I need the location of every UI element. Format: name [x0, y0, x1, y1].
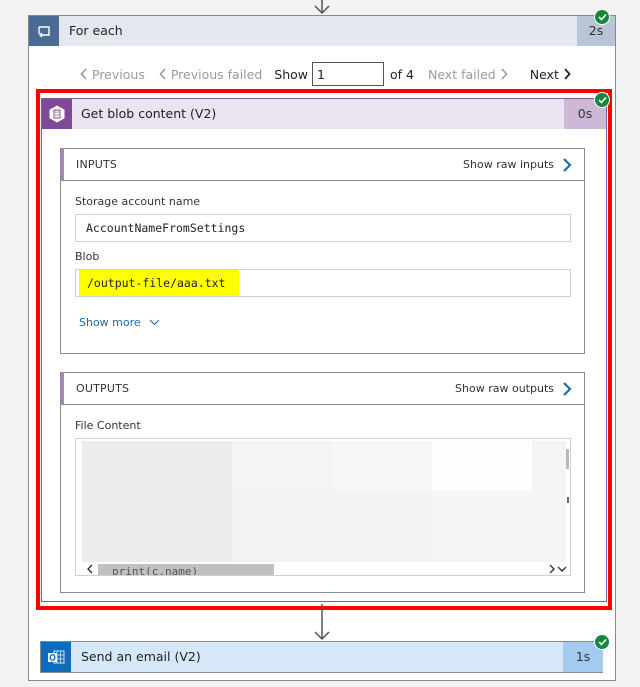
- next-failed-button[interactable]: Next failed: [428, 67, 508, 82]
- chevron-right-icon: [563, 157, 572, 172]
- storage-account-value: AccountNameFromSettings: [75, 214, 571, 242]
- scroll-left-icon[interactable]: [86, 564, 94, 574]
- azure-blob-storage-icon: [49, 105, 65, 123]
- next-failed-label: Next failed: [427, 66, 496, 82]
- redacted-content: [232, 491, 432, 562]
- scroll-right-icon[interactable]: [548, 564, 556, 574]
- inputs-title: INPUTS: [76, 158, 118, 171]
- connector-arrow-icon: [314, 604, 330, 641]
- show-raw-inputs-link[interactable]: Show raw inputs: [463, 157, 572, 173]
- storage-account-label: Storage account name: [75, 195, 201, 208]
- storage-account-text: AccountNameFromSettings: [86, 221, 246, 235]
- previous-failed-label: Previous failed: [170, 66, 263, 82]
- show-more-label: Show more: [79, 316, 141, 329]
- blob-label: Blob: [75, 250, 100, 263]
- action-icon-box: [42, 99, 72, 129]
- email-icon-box: [41, 642, 71, 672]
- outputs-section: OUTPUTS Show raw outputs File Content pr…: [60, 372, 585, 593]
- outputs-header: OUTPUTS Show raw outputs: [61, 373, 584, 405]
- file-content-label: File Content: [75, 419, 141, 432]
- iteration-number-input[interactable]: [312, 62, 384, 86]
- connector-arrow-icon: [314, 0, 330, 15]
- foreach-title: For each: [69, 23, 123, 38]
- scrollbar-marker: [567, 497, 569, 503]
- iteration-pager: Previous Previous failed Show of 4 Next …: [80, 62, 571, 86]
- scroll-down-icon[interactable]: [557, 566, 567, 573]
- previous-button[interactable]: Previous: [80, 67, 145, 82]
- redacted-content: [82, 441, 232, 562]
- chevron-down-icon: [149, 319, 160, 326]
- redacted-content: [232, 441, 332, 491]
- show-raw-outputs-link[interactable]: Show raw outputs: [455, 381, 572, 397]
- code-fragment: print(c.name): [112, 565, 199, 576]
- file-content-viewer[interactable]: print(c.name): [75, 438, 571, 576]
- redacted-content: [432, 491, 566, 562]
- show-raw-inputs-label: Show raw inputs: [463, 158, 554, 171]
- outputs-title: OUTPUTS: [76, 382, 130, 395]
- chevron-right-icon: [564, 68, 571, 80]
- outlook-icon: [48, 650, 65, 664]
- redacted-content: [532, 441, 566, 491]
- success-check-icon: [594, 9, 610, 25]
- success-check-icon: [594, 92, 610, 108]
- chevron-left-icon: [80, 68, 87, 80]
- vertical-scrollbar-thumb[interactable]: [566, 449, 569, 469]
- chevron-right-icon: [501, 68, 508, 80]
- loop-icon: [38, 26, 50, 38]
- inputs-section: INPUTS Show raw inputs Storage account n…: [60, 148, 585, 354]
- show-raw-outputs-label: Show raw outputs: [455, 382, 554, 395]
- show-more-link[interactable]: Show more: [79, 316, 160, 329]
- redacted-content: [432, 441, 532, 491]
- chevron-right-icon: [563, 381, 572, 396]
- blob-value: /output-file/aaa.txt: [75, 269, 571, 297]
- blob-text-highlighted: /output-file/aaa.txt: [79, 270, 240, 296]
- show-label: Show: [274, 66, 308, 82]
- chevron-left-icon: [159, 68, 166, 80]
- iteration-total: of 4: [390, 66, 414, 82]
- action-title: Get blob content (V2): [81, 106, 217, 121]
- inputs-header: INPUTS Show raw inputs: [61, 149, 584, 181]
- horizontal-scrollbar-thumb[interactable]: print(c.name): [98, 564, 274, 576]
- next-label: Next: [529, 66, 559, 82]
- email-action-title: Send an email (V2): [81, 649, 201, 664]
- next-button[interactable]: Next: [530, 67, 571, 82]
- redacted-content: [332, 441, 432, 491]
- previous-failed-button[interactable]: Previous failed: [159, 67, 262, 82]
- foreach-icon-box: [29, 16, 59, 46]
- success-check-icon: [594, 634, 610, 650]
- previous-label: Previous: [92, 66, 145, 82]
